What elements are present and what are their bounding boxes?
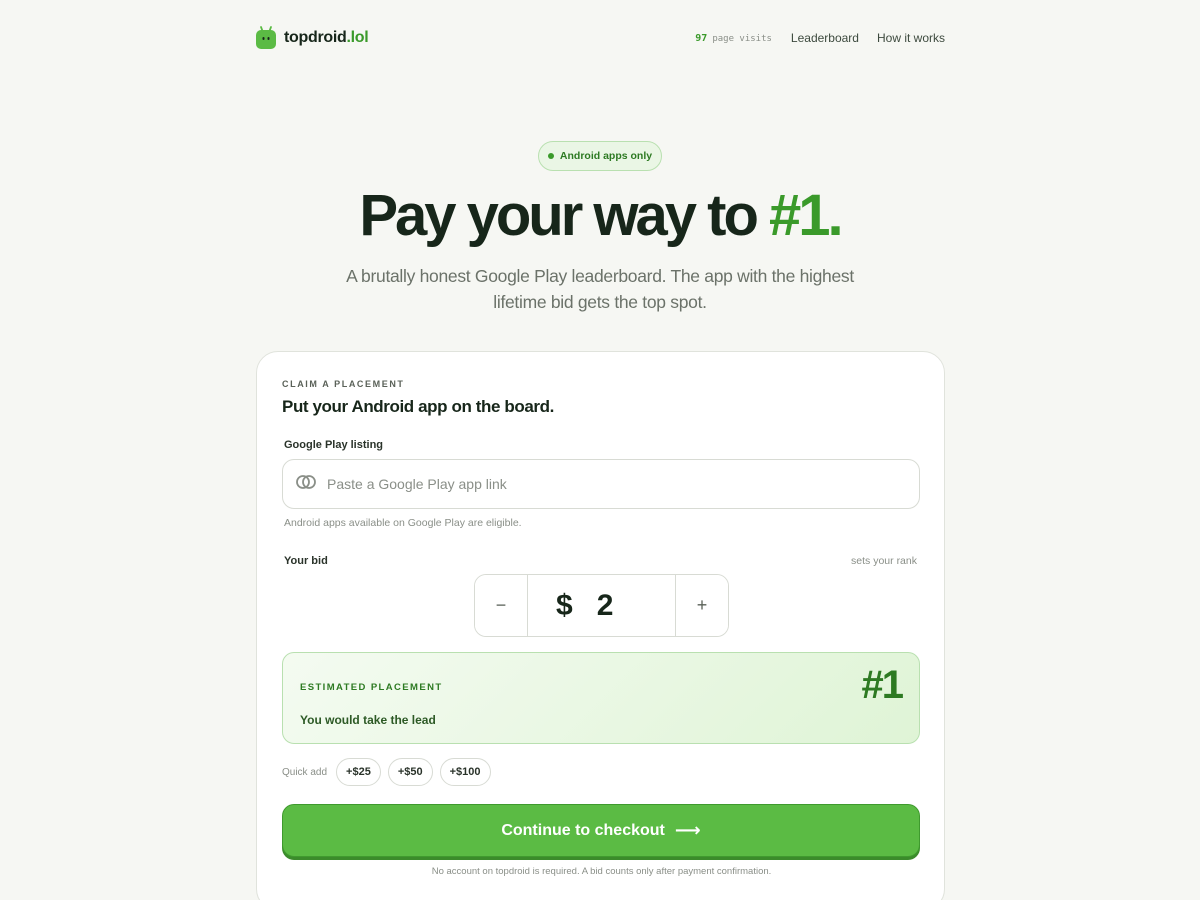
android-robot-icon	[255, 25, 277, 51]
top-header: topdroid.lol 97 page visits Leaderboard …	[255, 22, 945, 54]
visits-count: 97	[695, 32, 708, 44]
estimate-label: ESTIMATED PLACEMENT	[300, 682, 443, 693]
listing-label: Google Play listing	[284, 439, 384, 451]
card-title: Put your Android app on the board.	[282, 397, 554, 416]
continue-to-checkout-button[interactable]: Continue to checkout ⟶	[282, 804, 920, 857]
visits-label: page visits	[712, 33, 772, 44]
nav-leaderboard[interactable]: Leaderboard	[791, 31, 859, 45]
estimated-placement-panel: ESTIMATED PLACEMENT You would take the l…	[282, 652, 920, 744]
bid-currency: $	[556, 588, 573, 622]
increment-button[interactable]: +	[675, 575, 728, 636]
hero-title: Pay your way to #1.	[0, 181, 1200, 251]
bid-value: 2	[596, 588, 614, 622]
link-rings-icon	[295, 474, 317, 495]
quick-add-row: Quick add +$25 +$50 +$100	[282, 758, 491, 786]
cta-label: Continue to checkout	[501, 821, 665, 839]
bid-amount[interactable]: $ 2	[528, 575, 675, 636]
bid-stepper: − $ 2 +	[474, 574, 729, 637]
arrow-right-icon: ⟶	[674, 820, 701, 840]
hero-subtitle: A brutally honest Google Play leaderboar…	[346, 266, 854, 312]
listing-field[interactable]	[282, 459, 920, 509]
listing-input[interactable]	[327, 460, 919, 508]
hero-title-main: Pay your way to	[359, 183, 759, 248]
quick-add-100-button[interactable]: +$100	[439, 758, 491, 786]
bid-hint: sets your rank	[851, 555, 917, 567]
brand[interactable]: topdroid.lol	[255, 25, 369, 51]
estimate-rank: #1	[861, 663, 904, 707]
android-only-badge: Android apps only	[538, 141, 662, 171]
bid-label: Your bid	[284, 555, 328, 567]
hero-title-accent: #1.	[769, 183, 844, 248]
quick-add-50-button[interactable]: +$50	[387, 758, 433, 786]
quick-add-label: Quick add	[282, 766, 328, 778]
estimate-description: You would take the lead	[300, 713, 436, 727]
placement-card: CLAIM A PLACEMENT Put your Android app o…	[256, 351, 945, 900]
brand-tld: .lol	[346, 29, 369, 46]
top-nav: 97 page visits Leaderboard How it works	[695, 31, 945, 45]
listing-helper: Android apps available on Google Play ar…	[284, 517, 522, 529]
decrement-button[interactable]: −	[475, 575, 528, 636]
status-dot	[547, 153, 554, 159]
badge-label: Android apps only	[559, 150, 653, 162]
brand-name: topdroid.lol	[284, 29, 369, 46]
footnote: No account on topdroid is required. A bi…	[431, 866, 772, 877]
card-eyebrow: CLAIM A PLACEMENT	[282, 379, 405, 389]
nav-how-it-works[interactable]: How it works	[877, 31, 945, 45]
quick-add-25-button[interactable]: +$25	[336, 758, 381, 786]
page-visits-counter: 97 page visits	[695, 33, 772, 44]
